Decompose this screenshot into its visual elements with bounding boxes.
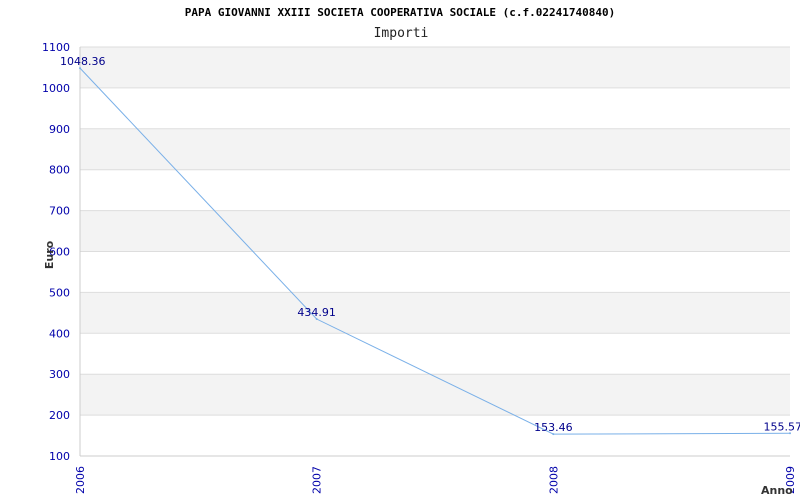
x-axis-title: Anno — [761, 484, 793, 497]
x-tick-label: 2007 — [311, 466, 324, 494]
chart-subtitle: Importi — [374, 26, 429, 41]
y-tick-label: 800 — [49, 164, 70, 177]
grid-band — [80, 210, 790, 252]
data-label: 155.57 — [764, 420, 800, 433]
y-axis-title: Euro — [43, 240, 56, 269]
y-tick-label: 300 — [49, 368, 70, 381]
x-tick-label: 2006 — [74, 466, 87, 494]
chart-title: PAPA GIOVANNI XXIII SOCIETA COOPERATIVA … — [185, 6, 615, 19]
data-label: 153.46 — [534, 421, 573, 434]
grid-band — [80, 128, 790, 170]
grid-band — [80, 415, 790, 456]
x-tick-label: 2008 — [547, 466, 560, 494]
grid-band — [80, 292, 790, 334]
plot-area: 100200300400500600700800900100011002006 2… — [42, 41, 800, 494]
y-tick-label: 700 — [49, 205, 70, 218]
y-tick-label: 1000 — [42, 82, 70, 95]
y-tick-label: 200 — [49, 409, 70, 422]
grid-band — [80, 47, 790, 88]
y-tick-label: 100 — [49, 450, 70, 463]
data-label: 1048.36 — [60, 55, 106, 68]
y-tick-label: 400 — [49, 327, 70, 340]
y-tick-label: 500 — [49, 286, 70, 299]
grid-band — [80, 333, 790, 375]
y-tick-label: 1100 — [42, 41, 70, 54]
grid-band — [80, 251, 790, 293]
grid-band — [80, 87, 790, 129]
chart: PAPA GIOVANNI XXIII SOCIETA COOPERATIVA … — [42, 6, 800, 497]
y-tick-label: 900 — [49, 123, 70, 136]
data-label: 434.91 — [297, 306, 336, 319]
grid-band — [80, 374, 790, 416]
grid-band — [80, 169, 790, 211]
